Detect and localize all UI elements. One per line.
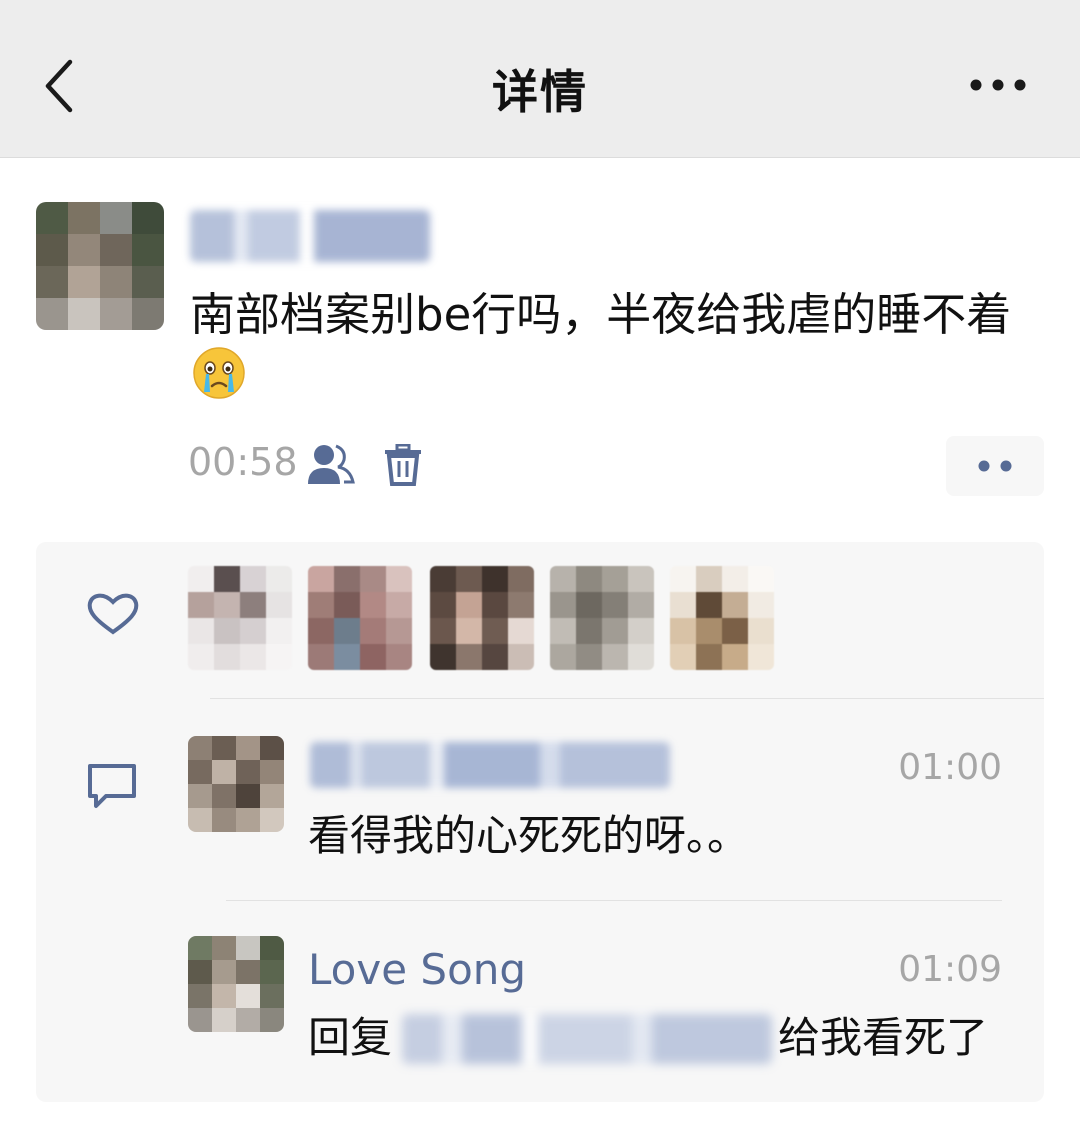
liker-avatar[interactable]: [550, 566, 654, 670]
two-dots-icon: [978, 460, 1012, 472]
heart-icon: [87, 593, 139, 635]
comment-time: 01:00: [898, 747, 1002, 788]
reply-text: 给我看死了: [778, 1013, 989, 1062]
post-content: 南部档案别be行吗，半夜给我虐的睡不着: [190, 284, 1030, 408]
commenter-avatar[interactable]: [188, 736, 284, 832]
liker-avatar[interactable]: [308, 566, 412, 670]
friends-icon[interactable]: [306, 442, 356, 486]
more-icon[interactable]: [968, 70, 1028, 100]
comment-text[interactable]: 看得我的心死死的呀。。: [308, 808, 749, 864]
reply-prefix: 回复: [308, 1013, 393, 1062]
crying-face-emoji-icon: [193, 347, 245, 399]
post-action-button[interactable]: [946, 436, 1044, 496]
author-name-obscured[interactable]: [190, 210, 430, 262]
comment-time: 01:09: [898, 949, 1002, 990]
reply-target-obscured: [402, 1014, 772, 1064]
post-time: 00:58: [188, 440, 298, 484]
liker-avatars: [188, 566, 788, 676]
liker-avatar[interactable]: [670, 566, 774, 670]
commenter-name[interactable]: Love Song: [308, 942, 526, 998]
author-avatar[interactable]: [36, 202, 164, 330]
page-title: 详情: [492, 65, 588, 119]
reply-comment-text[interactable]: 回复 给我看死了: [308, 1010, 1008, 1070]
liker-avatar[interactable]: [188, 566, 292, 670]
navigation-bar: 详情: [0, 0, 1080, 158]
comment-icon: [88, 764, 136, 808]
comment-divider: [226, 900, 1002, 901]
commenter-avatar[interactable]: [188, 936, 284, 1032]
liker-avatar[interactable]: [430, 566, 534, 670]
commenter-name-obscured[interactable]: [310, 742, 670, 788]
post-text: 南部档案别be行吗，半夜给我虐的睡不着: [190, 288, 1012, 341]
likes-divider: [210, 698, 1044, 699]
trash-icon[interactable]: [384, 444, 422, 486]
